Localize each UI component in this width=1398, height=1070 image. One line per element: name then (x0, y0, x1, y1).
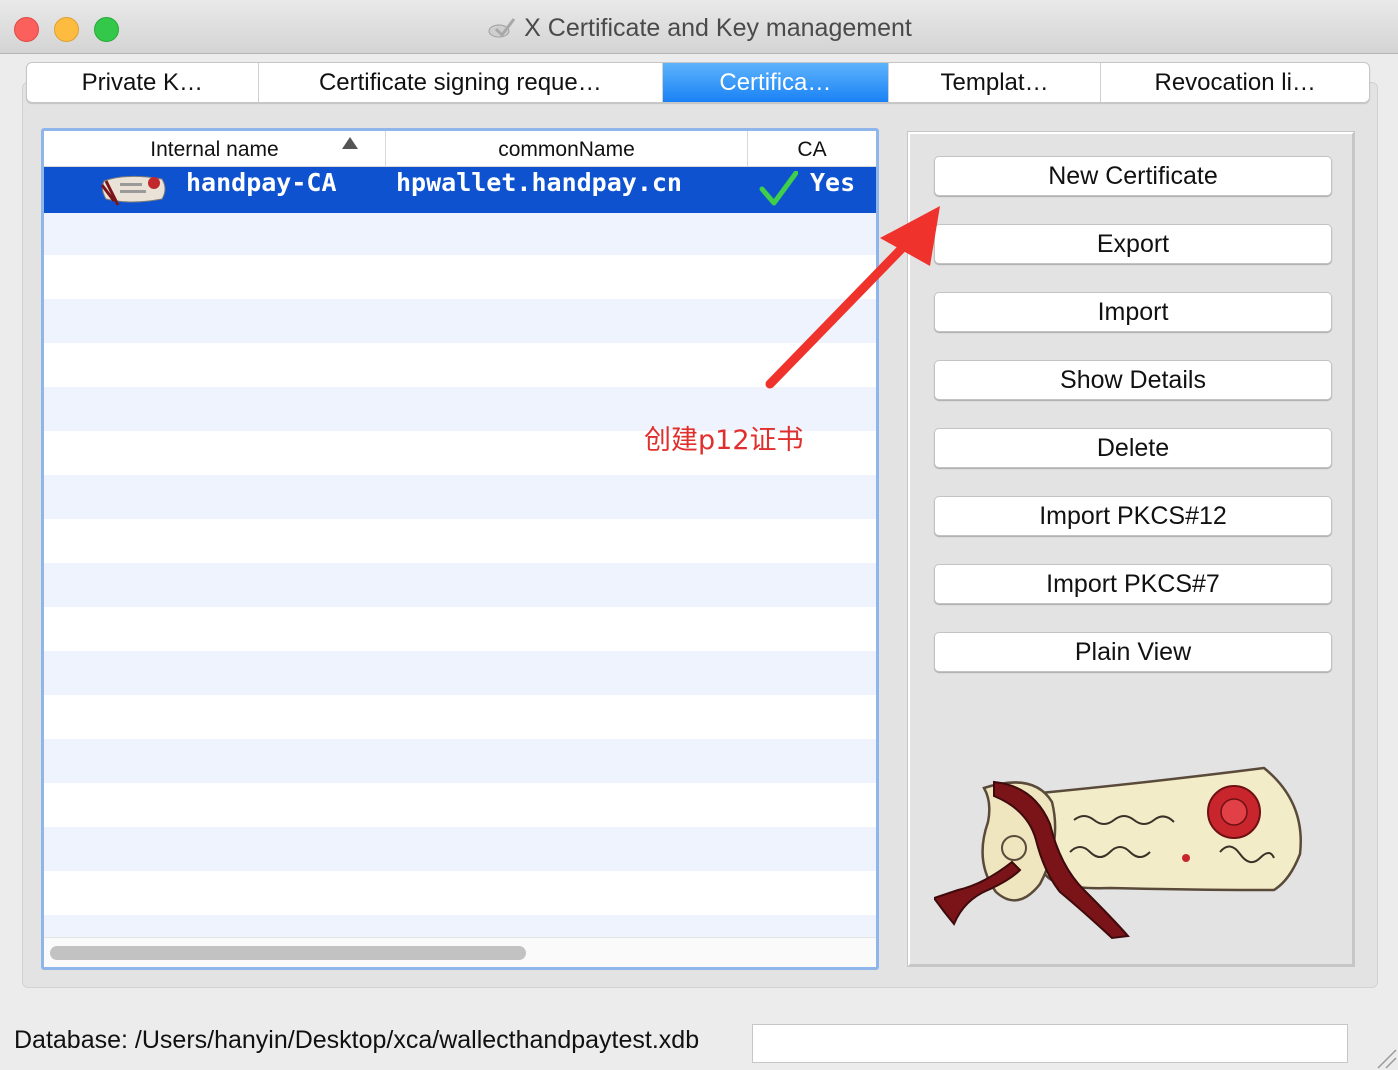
cell-common-name: hpwallet.handpay.cn (396, 168, 682, 197)
title-bar: X Certificate and Key management (0, 0, 1398, 54)
column-header-common-name[interactable]: commonName (386, 131, 748, 167)
plain-view-button[interactable]: Plain View (934, 632, 1332, 672)
new-certificate-button[interactable]: New Certificate (934, 156, 1332, 196)
cell-ca: Yes (810, 168, 856, 197)
scroll-certificate-logo (934, 766, 1302, 940)
table-body (44, 167, 876, 937)
import-button[interactable]: Import (934, 292, 1332, 332)
tab-revocation-lists[interactable]: Revocation li… (1101, 63, 1369, 102)
database-path-label: Database: /Users/hanyin/Desktop/xca/wall… (14, 1026, 700, 1054)
horizontal-scroll-thumb[interactable] (50, 946, 526, 960)
tab-private-keys[interactable]: Private K… (27, 63, 259, 102)
resize-grip-icon[interactable] (1374, 1046, 1398, 1070)
delete-button[interactable]: Delete (934, 428, 1332, 468)
cell-internal-name: handpay-CA (186, 168, 337, 197)
xca-app-icon (488, 18, 516, 38)
horizontal-scrollbar[interactable] (44, 937, 876, 967)
import-pkcs7-button[interactable]: Import PKCS#7 (934, 564, 1332, 604)
tab-certificate-signing-requests[interactable]: Certificate signing reque… (259, 63, 664, 102)
tab-templates[interactable]: Templat… (889, 63, 1102, 102)
window-title-container: X Certificate and Key management (0, 14, 1398, 43)
certificate-icon (100, 175, 166, 206)
status-field (752, 1024, 1348, 1063)
annotation-label: 创建p12证书 (644, 425, 804, 456)
sort-ascending-icon[interactable] (342, 137, 358, 149)
show-details-button[interactable]: Show Details (934, 360, 1332, 400)
window-title: X Certificate and Key management (524, 14, 912, 42)
table-header: Internal name commonName CA (44, 131, 876, 167)
import-pkcs12-button[interactable]: Import PKCS#12 (934, 496, 1332, 536)
column-header-internal-name[interactable]: Internal name (44, 131, 386, 167)
tab-certificates[interactable]: Certifica… (663, 63, 889, 102)
export-button[interactable]: Export (934, 224, 1332, 264)
column-header-ca[interactable]: CA (748, 131, 876, 167)
checkmark-icon (759, 171, 798, 206)
tab-bar: Private K… Certificate signing reque… Ce… (26, 62, 1370, 103)
table-row[interactable]: handpay-CA hpwallet.handpay.cn Yes (44, 167, 876, 213)
certificate-table[interactable]: Internal name commonName CA handpay-CA h… (41, 128, 879, 970)
action-panel: New Certificate Export Import Show Detai… (907, 131, 1355, 967)
